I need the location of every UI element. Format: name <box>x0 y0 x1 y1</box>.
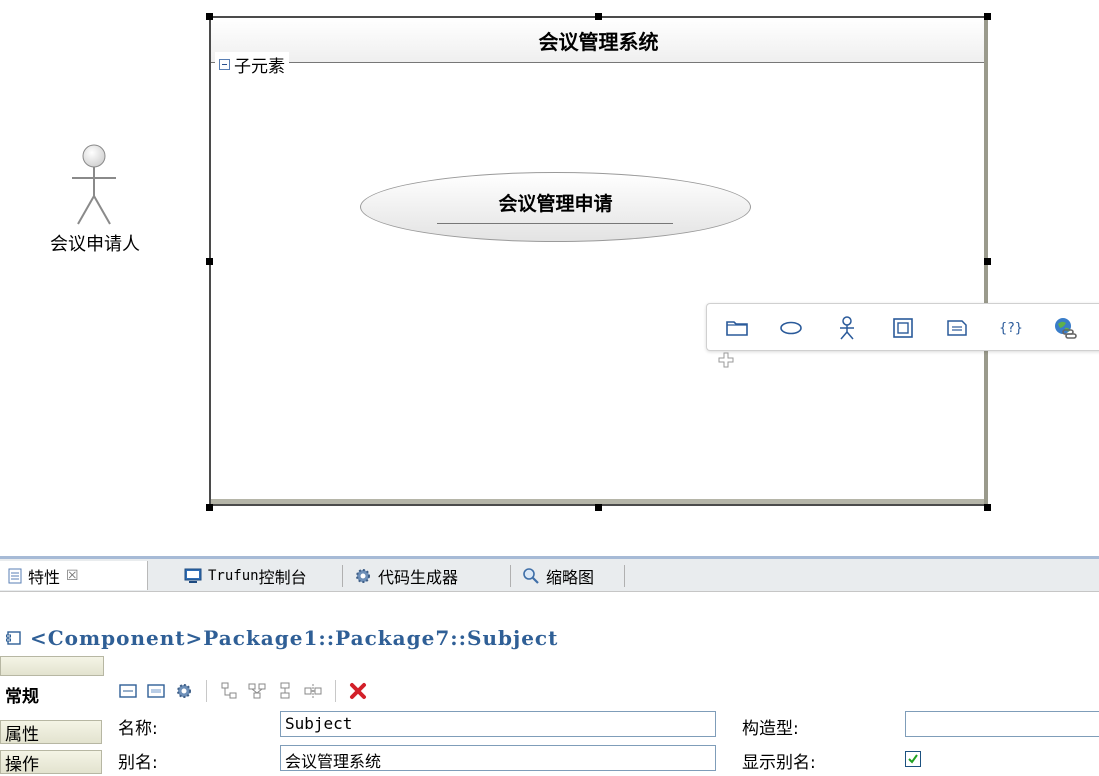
alias-label: 别名: <box>118 753 158 773</box>
toolbar-separator <box>335 680 336 702</box>
usecase-divider <box>437 223 673 224</box>
settings-gear-icon[interactable] <box>174 681 194 701</box>
compact-view-icon[interactable] <box>146 681 166 701</box>
show-alias-label: 显示别名: <box>742 753 816 773</box>
subject-boundary[interactable]: 会议管理系统 子元素 会议管理申请 <box>209 16 988 506</box>
tab-separator <box>510 565 511 587</box>
console-icon <box>184 568 202 583</box>
tab-code-generator-label: 代码生成器 <box>378 567 459 587</box>
gear-icon <box>356 568 370 583</box>
tab-code-generator[interactable]: 代码生成器 <box>346 561 510 590</box>
tab-thumbnail[interactable]: 缩略图 <box>514 561 624 590</box>
magnifier-icon <box>523 567 539 584</box>
collapse-icon[interactable] <box>219 59 230 70</box>
layout-auto-icon[interactable] <box>247 681 267 701</box>
category-general[interactable]: 常规 <box>0 682 102 707</box>
actor-label: 会议申请人 <box>50 234 140 255</box>
category-header-strip <box>0 656 104 676</box>
selection-handle-e[interactable] <box>984 258 991 265</box>
checkmark-icon <box>908 754 918 764</box>
constraint-tool-icon[interactable]: {?} <box>999 316 1023 340</box>
category-attributes[interactable]: 属性 <box>0 720 102 745</box>
tab-console-label: 控制台 <box>258 567 307 587</box>
stereotype-field[interactable] <box>905 711 1099 737</box>
subject-title: 会议管理系统 <box>538 30 659 54</box>
subject-tool-icon[interactable] <box>891 316 915 340</box>
selection-title: <Component>Package1::Package7::Subject <box>6 624 558 652</box>
properties-view: 特性 ☒ Trufun 控制台 代码生成器 缩略图 <Component>Pack… <box>0 556 1099 776</box>
properties-toolbar <box>118 678 368 704</box>
layout-tree-icon[interactable] <box>219 681 239 701</box>
name-field[interactable]: Subject <box>280 711 716 737</box>
note-tool-icon[interactable] <box>945 316 969 340</box>
hyperlink-tool-icon[interactable] <box>1053 316 1077 340</box>
compartment-divider <box>211 62 986 63</box>
palette-add-icon[interactable] <box>718 352 734 372</box>
diagram-canvas[interactable]: 会议申请人 会议管理系统 子元素 会议管理申请 {?} <box>0 0 1099 545</box>
category-operations[interactable]: 操作 <box>0 750 102 775</box>
actor-element[interactable]: 会议申请人 <box>40 138 170 268</box>
selection-handle-ne[interactable] <box>984 13 991 20</box>
toolbar-separator <box>206 680 207 702</box>
layout-horizontal-icon[interactable] <box>303 681 323 701</box>
subject-header: 会议管理系统 <box>211 18 986 62</box>
actor-tool-icon[interactable] <box>835 316 859 340</box>
component-icon <box>6 631 21 645</box>
compartment-label: 子元素 <box>234 57 285 77</box>
delete-icon[interactable] <box>348 681 368 701</box>
tab-separator <box>342 565 343 587</box>
layout-vertical-icon[interactable] <box>275 681 295 701</box>
selection-handle-s[interactable] <box>595 504 602 511</box>
actor-stick-figure-icon <box>72 144 116 225</box>
usecase-element[interactable]: 会议管理申请 <box>360 172 751 242</box>
properties-tab-icon <box>8 568 22 583</box>
stereotype-label: 构造型: <box>742 719 799 739</box>
alias-field[interactable]: 会议管理系统 <box>280 745 716 771</box>
usecase-tool-icon[interactable] <box>779 316 803 340</box>
tab-thumbnail-label: 缩略图 <box>546 567 595 587</box>
tab-trufun-console[interactable]: Trufun 控制台 <box>176 561 342 590</box>
usecase-name: 会议管理申请 <box>498 193 613 215</box>
quick-palette: {?} <box>706 303 1099 351</box>
selection-handle-se[interactable] <box>984 504 991 511</box>
selection-handle-w[interactable] <box>206 258 213 265</box>
selection-handle-sw[interactable] <box>206 504 213 511</box>
box-view-icon[interactable] <box>118 681 138 701</box>
view-tab-bar: 特性 ☒ Trufun 控制台 代码生成器 缩略图 <box>0 559 1099 592</box>
selection-path: <Component>Package1::Package7::Subject <box>30 626 559 650</box>
show-alias-checkbox[interactable] <box>905 751 921 767</box>
tab-properties[interactable]: 特性 ☒ <box>0 561 148 590</box>
selection-handle-nw[interactable] <box>206 13 213 20</box>
compartment-toggle[interactable]: 子元素 <box>215 52 289 77</box>
tab-console-prefix: Trufun <box>208 567 259 584</box>
selection-handle-n[interactable] <box>595 13 602 20</box>
name-label: 名称: <box>118 719 158 739</box>
tab-properties-label: 特性 <box>28 567 61 587</box>
tab-separator <box>624 565 625 587</box>
package-tool-icon[interactable] <box>725 316 749 340</box>
close-tab-icon[interactable]: ☒ <box>66 568 79 584</box>
